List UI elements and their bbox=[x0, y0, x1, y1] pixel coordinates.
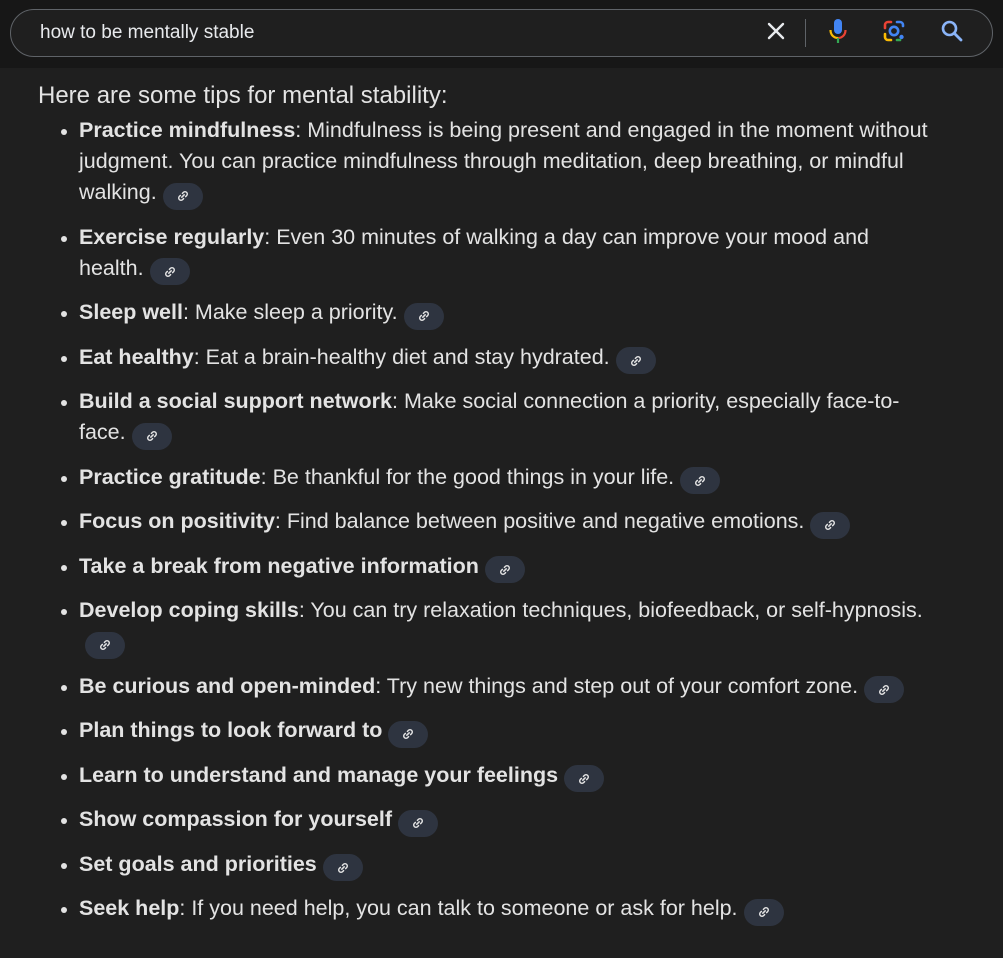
tip-title: Build a social support network bbox=[79, 389, 392, 413]
link-icon bbox=[176, 189, 190, 203]
search-icon bbox=[940, 19, 964, 48]
link-icon bbox=[163, 265, 177, 279]
tip-text: : Make sleep a priority. bbox=[182, 300, 398, 324]
tip-title: Learn to understand and manage your feel… bbox=[79, 762, 559, 787]
source-link-button[interactable] bbox=[403, 302, 444, 330]
source-link-button[interactable] bbox=[484, 556, 525, 583]
tip-item: Seek help: If you need help, you can tal… bbox=[79, 893, 938, 926]
tip-item: Set goals and priorities bbox=[79, 849, 938, 881]
source-link-button[interactable] bbox=[149, 258, 190, 285]
close-icon bbox=[766, 21, 786, 46]
tip-item: Learn to understand and manage your feel… bbox=[79, 760, 938, 792]
tip-item: Eat healthy: Eat a brain-healthy diet an… bbox=[79, 342, 938, 374]
source-link-button[interactable] bbox=[398, 809, 438, 837]
link-icon bbox=[417, 309, 431, 323]
search-input[interactable] bbox=[40, 19, 740, 47]
link-icon bbox=[498, 563, 512, 577]
tip-item: Plan things to look forward to bbox=[79, 715, 938, 748]
link-icon bbox=[98, 638, 112, 652]
search-box bbox=[10, 9, 993, 57]
tip-title: Practice mindfulness bbox=[79, 118, 296, 142]
tip-title: Eat healthy bbox=[79, 344, 194, 369]
clear-search-button[interactable] bbox=[761, 18, 791, 48]
tip-item: Show compassion for yourself bbox=[79, 804, 938, 837]
tip-item: Focus on positivity: Find balance betwee… bbox=[79, 506, 938, 539]
tip-text: : Eat a brain-healthy diet and stay hydr… bbox=[193, 344, 610, 369]
link-icon bbox=[693, 474, 707, 488]
microphone-icon bbox=[828, 18, 848, 49]
tip-title: Set goals and priorities bbox=[79, 851, 317, 876]
source-link-button[interactable] bbox=[388, 720, 429, 748]
tip-text: : Try new things and step out of your co… bbox=[375, 673, 859, 698]
search-header bbox=[0, 0, 1003, 68]
search-submit-button[interactable] bbox=[937, 18, 967, 48]
tip-text: : Be thankful for the good things in you… bbox=[260, 464, 675, 489]
link-icon bbox=[757, 905, 771, 919]
source-link-button[interactable] bbox=[162, 182, 203, 210]
google-lens-button[interactable] bbox=[879, 18, 909, 48]
source-link-button[interactable] bbox=[85, 631, 125, 659]
google-lens-icon bbox=[881, 18, 907, 49]
tip-item: Exercise regularly: Even 30 minutes of w… bbox=[79, 222, 938, 285]
link-icon bbox=[577, 772, 591, 786]
source-link-button[interactable] bbox=[680, 467, 721, 494]
link-icon bbox=[411, 816, 425, 830]
tip-text: : Find balance between positive and nega… bbox=[274, 509, 805, 533]
source-link-button[interactable] bbox=[810, 511, 851, 539]
tip-item: Be curious and open-minded: Try new thin… bbox=[79, 671, 938, 703]
tip-title: Be curious and open-minded bbox=[79, 673, 376, 698]
tip-item: Develop coping skills: You can try relax… bbox=[79, 595, 938, 659]
tip-title: Show compassion for yourself bbox=[79, 807, 392, 831]
link-icon bbox=[401, 727, 415, 741]
tip-text: : You can try relaxation techniques, bio… bbox=[298, 598, 923, 622]
tip-text: : If you need help, you can talk to some… bbox=[179, 896, 738, 920]
tip-title: Focus on positivity bbox=[79, 509, 275, 533]
source-link-button[interactable] bbox=[131, 422, 172, 450]
link-icon bbox=[145, 429, 159, 443]
link-icon bbox=[877, 683, 891, 697]
source-link-button[interactable] bbox=[615, 347, 656, 374]
source-link-button[interactable] bbox=[322, 854, 363, 881]
tip-item: Practice gratitude: Be thankful for the … bbox=[79, 462, 938, 494]
tip-title: Develop coping skills bbox=[79, 598, 299, 622]
source-link-button[interactable] bbox=[564, 765, 605, 792]
link-icon bbox=[629, 354, 643, 368]
overview-intro: Here are some tips for mental stability: bbox=[38, 82, 448, 109]
tip-title: Practice gratitude bbox=[79, 464, 261, 489]
link-icon bbox=[336, 861, 350, 875]
tip-title: Exercise regularly bbox=[79, 224, 265, 249]
link-icon bbox=[823, 518, 837, 532]
tip-title: Take a break from negative information bbox=[79, 553, 479, 578]
tip-item: Sleep well: Make sleep a priority. bbox=[79, 297, 938, 330]
source-link-button[interactable] bbox=[864, 676, 905, 703]
tip-title: Sleep well bbox=[79, 300, 183, 324]
source-link-button[interactable] bbox=[743, 898, 784, 926]
tips-list: Practice mindfulness: Mindfulness is bei… bbox=[38, 115, 938, 926]
tip-title: Seek help bbox=[79, 896, 180, 920]
ai-overview: Here are some tips for mental stability:… bbox=[38, 80, 938, 938]
tip-item: Take a break from negative information bbox=[79, 551, 938, 583]
tip-item: Build a social support network: Make soc… bbox=[79, 386, 938, 450]
tip-title: Plan things to look forward to bbox=[79, 718, 383, 742]
voice-search-button[interactable] bbox=[823, 18, 853, 48]
tip-item: Practice mindfulness: Mindfulness is bei… bbox=[79, 115, 938, 210]
search-divider bbox=[805, 19, 806, 47]
